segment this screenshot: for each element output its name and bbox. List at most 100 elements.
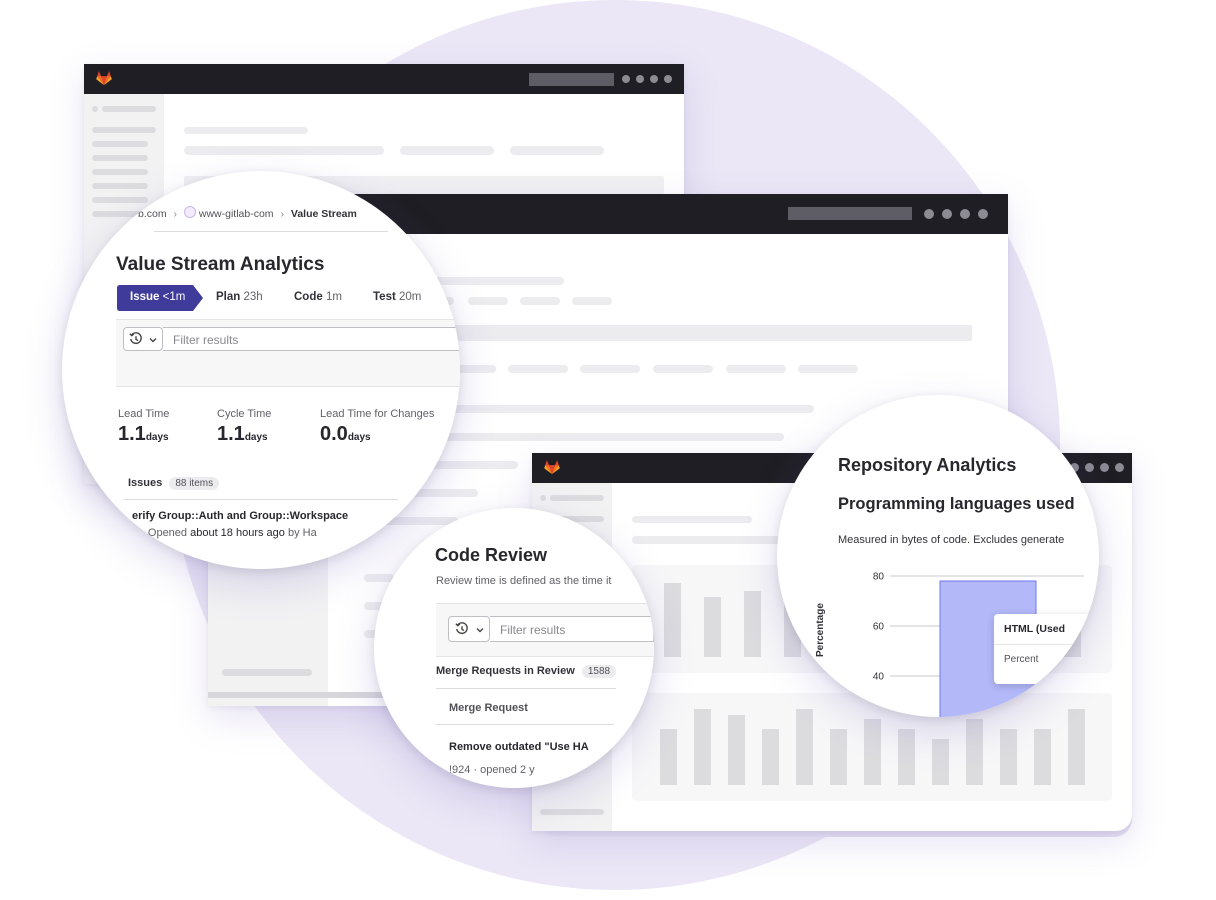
top-bar [84, 64, 684, 94]
metric-label: Cycle Time [217, 408, 272, 420]
breadcrumb-chevron-icon: › [280, 208, 284, 220]
metric-value: 0.0days [320, 423, 371, 445]
content-placeholder [520, 297, 560, 305]
stage-tab-test[interactable]: Test 20m [373, 291, 421, 303]
topbar-search-placeholder[interactable] [529, 73, 614, 86]
content-placeholder [364, 574, 394, 582]
breadcrumb-group[interactable]: b.com [138, 208, 167, 220]
issues-count-badge: 88 items [169, 477, 220, 490]
content-placeholder [184, 127, 308, 134]
content-placeholder [184, 146, 384, 155]
placeholder-bar [796, 709, 813, 785]
merge-requests-count-badge: 1588 [581, 665, 617, 678]
placeholder-bar [762, 729, 779, 785]
stage-tab-issue[interactable]: Issue <1m [117, 285, 203, 311]
content-placeholder [580, 365, 640, 373]
y-tick-label: 40 [873, 672, 885, 683]
topbar-dot-icon[interactable] [636, 75, 644, 83]
breadcrumb-chevron-icon: › [173, 208, 178, 220]
code-review-description: Review time is defined as the time it [436, 575, 612, 587]
tooltip-title: HTML (Used [1004, 623, 1066, 635]
sidebar-placeholder [92, 141, 148, 147]
topbar-dot-icon[interactable] [650, 75, 658, 83]
sidebar-placeholder [92, 197, 148, 203]
placeholder-bar [830, 729, 847, 785]
section-divider [436, 688, 616, 689]
placeholder-bar [864, 719, 881, 785]
topbar-dot-icon[interactable] [1100, 463, 1109, 472]
content-placeholder [400, 146, 494, 155]
content-placeholder [468, 297, 508, 305]
table-header-divider [436, 724, 614, 725]
chevron-down-icon [476, 628, 484, 633]
issues-divider [124, 499, 398, 500]
placeholder-bar [728, 715, 745, 785]
content-placeholder [508, 365, 568, 373]
topbar-dot-icon[interactable] [942, 209, 952, 219]
sidebar-placeholder [222, 669, 312, 676]
issue-row-title[interactable]: erify Group::Auth and Group::Workspace [132, 510, 348, 522]
sidebar-placeholder [92, 106, 98, 112]
content-placeholder [632, 516, 752, 523]
breadcrumb: b.com › www-gitlab-com › Value Stream [138, 206, 357, 220]
project-avatar-icon [183, 206, 196, 218]
recent-searches-dropdown[interactable] [123, 327, 163, 351]
issues-section-header: Issues 88 items [128, 477, 220, 490]
tooltip-line: Percent [1004, 654, 1039, 665]
gitlab-logo-icon [544, 460, 560, 475]
chart-tooltip: HTML (Used Percent [994, 614, 1099, 684]
metric-value: 1.1days [217, 423, 268, 445]
gitlab-logo-icon [96, 71, 112, 86]
recent-searches-dropdown[interactable] [448, 616, 490, 642]
breadcrumb-divider [154, 231, 388, 232]
placeholder-bar [1068, 709, 1085, 785]
filter-search-input[interactable]: Filter results [163, 327, 460, 351]
chevron-down-icon [149, 338, 157, 343]
stage-tab-label: Issue <1m [130, 291, 186, 303]
y-tick-label: 80 [873, 572, 885, 583]
placeholder-bar [744, 591, 761, 657]
placeholder-bar [660, 729, 677, 785]
y-axis-label: Percentage [815, 603, 826, 657]
topbar-dot-icon[interactable] [978, 209, 988, 219]
page-title: Value Stream Analytics [116, 254, 325, 275]
merge-requests-section-header: Merge Requests in Review 1588 [436, 665, 617, 678]
topbar-dot-icon[interactable] [960, 209, 970, 219]
topbar-dot-icon[interactable] [622, 75, 630, 83]
topbar-dot-icon[interactable] [664, 75, 672, 83]
placeholder-bar [1034, 729, 1051, 785]
placeholder-bar [704, 597, 721, 657]
filter-search-input[interactable]: Filter results [490, 616, 654, 642]
sidebar-placeholder [92, 183, 148, 189]
placeholder-bar [694, 709, 711, 785]
column-header-merge-request[interactable]: Merge Request [449, 702, 528, 714]
topbar-search-placeholder[interactable] [788, 207, 912, 220]
sidebar-placeholder [550, 495, 604, 501]
code-review-title: Code Review [435, 545, 548, 565]
sidebar-placeholder [540, 809, 604, 815]
metric-label: Lead Time [118, 408, 170, 420]
sidebar-placeholder [102, 106, 156, 112]
y-tick-label: 60 [873, 622, 885, 633]
stage-tab-plan[interactable]: Plan 23h [216, 291, 263, 303]
sidebar-placeholder [92, 169, 148, 175]
breadcrumb-current: Value Stream [290, 208, 357, 220]
repository-analytics-magnifier: Repository Analytics Programming languag… [777, 395, 1099, 717]
merge-request-row-meta: !924 · opened 2 y [449, 764, 535, 776]
topbar-dot-icon[interactable] [1115, 463, 1124, 472]
value-stream-analytics-magnifier: b.com › www-gitlab-com › Value Stream Va… [62, 171, 460, 569]
sidebar-placeholder [92, 155, 148, 161]
metric-label: Lead Time for Changes [320, 408, 435, 420]
breadcrumb-project[interactable]: www-gitlab-com [199, 208, 274, 220]
topbar-dot-icon[interactable] [924, 209, 934, 219]
content-placeholder [572, 297, 612, 305]
content-placeholder [653, 365, 713, 373]
code-review-magnifier: Code Review Review time is defined as th… [374, 508, 654, 788]
stage-tab-code[interactable]: Code 1m [294, 291, 342, 303]
placeholder-bar [932, 739, 949, 785]
merge-request-row-title[interactable]: Remove outdated "Use HA [449, 741, 589, 753]
history-icon [455, 622, 468, 635]
metric-value: 1.1days [118, 423, 169, 445]
placeholder-bar [664, 583, 681, 657]
tooltip-divider [994, 644, 1099, 645]
